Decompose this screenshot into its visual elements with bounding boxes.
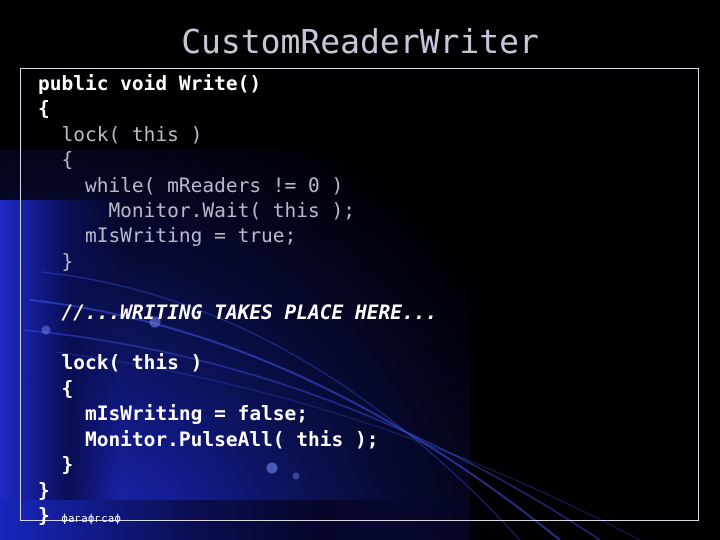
slide-canvas: CustomReaderWriter public void Write(){ …	[0, 0, 720, 540]
code-line: }	[38, 249, 74, 273]
code-line: }	[38, 453, 74, 477]
code-line: public void Write()	[38, 72, 262, 95]
code-line: Monitor.PulseAll( this );	[38, 427, 379, 451]
code-line: while( mReaders != 0 )	[38, 173, 344, 197]
closing-brace: }	[38, 503, 62, 527]
code-line: //...WRITING TAKES PLACE HERE...	[38, 300, 438, 324]
code-line: mIsWriting = true;	[38, 224, 297, 248]
code-line: Monitor.Wait( this );	[38, 199, 355, 223]
code-line: }	[38, 478, 50, 502]
tail-note-text: фагафгсаф	[61, 512, 122, 525]
code-line: {	[38, 148, 74, 172]
code-line: lock( this )	[38, 351, 203, 375]
code-line: {	[38, 376, 74, 400]
code-block: public void Write(){ lock( this ) { whil…	[38, 71, 688, 532]
code-line: lock( this )	[38, 122, 203, 146]
code-line-tail: } фагафгсаф	[38, 503, 688, 532]
page-title: CustomReaderWriter	[181, 22, 539, 61]
code-line: mIsWriting = false;	[38, 402, 309, 426]
code-line: {	[38, 97, 50, 121]
